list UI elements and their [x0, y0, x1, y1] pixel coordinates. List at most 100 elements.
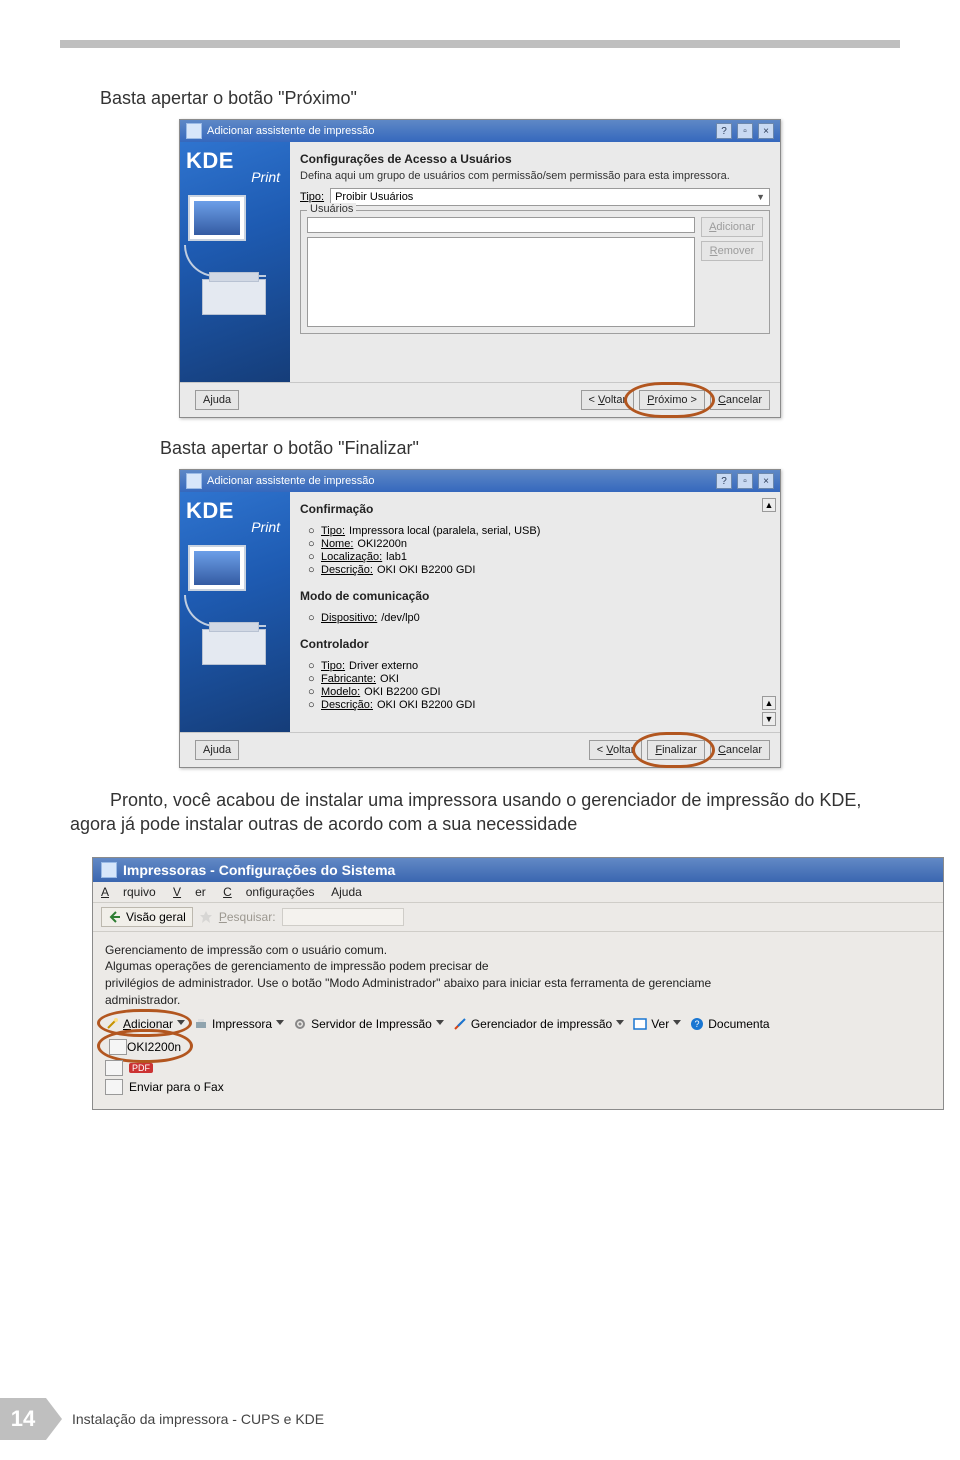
toolbar: Visão geral Pesquisar:: [93, 902, 943, 932]
users-listbox[interactable]: [307, 237, 695, 327]
page-number: 14: [0, 1398, 46, 1440]
printer-row-fax[interactable]: Enviar para o Fax: [105, 1079, 931, 1095]
printer-app-icon: [101, 862, 117, 878]
tipo-dropdown[interactable]: Proibir Usuários ▼: [330, 188, 770, 206]
kde-wizard-dialog-2: Adicionar assistente de impressão ? ▫ × …: [179, 469, 781, 768]
help-button[interactable]: Ajuda: [195, 740, 239, 760]
dialog2-titlebar: Adicionar assistente de impressão ? ▫ ×: [180, 470, 780, 492]
printer-row-oki[interactable]: OKI2200n: [105, 1037, 931, 1057]
back-button[interactable]: < Voltar: [581, 390, 635, 410]
system-settings-window: Impressoras - Configurações do Sistema A…: [92, 857, 944, 1110]
app-titlebar: Impressoras - Configurações do Sistema: [93, 858, 943, 882]
chevron-down-icon: [673, 1020, 680, 1027]
chevron-down-icon: [616, 1020, 623, 1027]
action-servidor[interactable]: Servidor de Impressão: [293, 1017, 443, 1031]
action-bar: Adicionar Impressora Servidor de Impress…: [105, 1017, 931, 1031]
printer-entry-icon: [105, 1060, 123, 1076]
tipo-value: Proibir Usuários: [335, 191, 413, 203]
action-documentacao[interactable]: ? Documenta: [690, 1017, 769, 1031]
printer-window-icon: [186, 473, 202, 489]
monitor-icon: [188, 545, 246, 591]
kde-wizard-dialog-1: Adicionar assistente de impressão ? ▫ × …: [179, 119, 781, 418]
menu-configuracoes[interactable]: Configurações: [223, 885, 314, 899]
cancel-button[interactable]: Cancelar: [710, 740, 770, 760]
conclusion-paragraph: Pronto, você acabou de instalar uma impr…: [70, 788, 890, 837]
cancel-button[interactable]: Cancelar: [710, 390, 770, 410]
comm-heading: Modo de comunicação: [300, 589, 760, 603]
remove-user-button[interactable]: Remover: [701, 241, 763, 261]
footer-text: Instalação da impressora - CUPS e KDE: [72, 1411, 324, 1427]
monitor-icon: [188, 195, 246, 241]
svg-text:?: ?: [695, 1019, 700, 1029]
dialog2-heading: Confirmação: [300, 502, 760, 516]
printer-small-icon: [194, 1017, 208, 1031]
usuarios-fieldset: Usuários Adicionar Remover: [300, 210, 770, 334]
summary-block-ctrl: ○Tipo: Driver externo ○Fabricante: OKI ○…: [300, 655, 760, 714]
user-input[interactable]: [307, 217, 695, 233]
instruction-proximo: Basta apertar o botão "Próximo": [100, 88, 900, 109]
wizard-sidebar: KDE Print: [180, 492, 290, 732]
printer-row-pdf[interactable]: PDF: [105, 1060, 931, 1076]
printer-icon: [202, 629, 266, 665]
add-user-button[interactable]: Adicionar: [701, 217, 763, 237]
wizard-sidebar: KDE Print: [180, 142, 290, 382]
context-help-button[interactable]: ?: [716, 123, 732, 139]
info-message: Gerenciamento de impressão com o usuário…: [105, 942, 931, 1009]
scroll-up-alt-button[interactable]: ▲: [762, 696, 776, 710]
close-button[interactable]: ×: [758, 473, 774, 489]
search-input[interactable]: [282, 908, 404, 926]
search-label: Pesquisar:: [219, 910, 276, 924]
menu-ver[interactable]: Ver: [173, 885, 206, 899]
back-arrow-icon: [108, 910, 122, 924]
doc-header-divider: [60, 40, 900, 48]
summary-block-general: ○Tipo: Impressora local (paralela, seria…: [300, 520, 760, 579]
back-button[interactable]: < Voltar: [589, 740, 643, 760]
tipo-label: Tipo:: [300, 191, 324, 203]
menubar: Arquivo Ver Configurações Ajuda: [93, 882, 943, 902]
wand-icon: [105, 1017, 119, 1031]
tools-icon: [453, 1017, 467, 1031]
chevron-down-icon: [276, 1020, 283, 1027]
finish-button[interactable]: Finalizar: [647, 740, 705, 760]
instruction-finalizar: Basta apertar o botão "Finalizar": [160, 438, 900, 459]
page-footer: 14 Instalação da impressora - CUPS e KDE: [0, 1398, 324, 1440]
action-impressora[interactable]: Impressora: [194, 1017, 283, 1031]
summary-block-comm: ○Dispositivo: /dev/lp0: [300, 607, 760, 627]
menu-arquivo[interactable]: Arquivo: [101, 885, 156, 899]
scroll-up-button[interactable]: ▲: [762, 498, 776, 512]
ctrl-heading: Controlador: [300, 637, 760, 651]
next-button[interactable]: Próximo >: [639, 390, 705, 410]
action-ver[interactable]: Ver: [633, 1017, 680, 1031]
app-title-text: Impressoras - Configurações do Sistema: [123, 862, 395, 878]
dialog1-title: Adicionar assistente de impressão: [207, 125, 375, 137]
close-button[interactable]: ×: [758, 123, 774, 139]
printer-icon: [202, 279, 266, 315]
chevron-down-icon: [436, 1020, 443, 1027]
chevron-down-icon: ▼: [756, 192, 765, 202]
dialog1-titlebar: Adicionar assistente de impressão ? ▫ ×: [180, 120, 780, 142]
dialog2-title: Adicionar assistente de impressão: [207, 475, 375, 487]
action-gerenciador[interactable]: Gerenciador de impressão: [453, 1017, 623, 1031]
printer-window-icon: [186, 123, 202, 139]
view-box-icon: [633, 1017, 647, 1031]
menu-ajuda[interactable]: Ajuda: [331, 885, 362, 899]
gear-icon: [293, 1017, 307, 1031]
dialog1-description: Defina aqui um grupo de usuários com per…: [300, 170, 770, 182]
scroll-down-button[interactable]: ▼: [762, 712, 776, 726]
pdf-badge: PDF: [129, 1063, 153, 1073]
printer-entry-icon: [105, 1079, 123, 1095]
action-adicionar[interactable]: Adicionar: [105, 1017, 184, 1031]
context-help-button[interactable]: ?: [716, 473, 732, 489]
star-icon: [199, 910, 213, 924]
page-number-wedge: [46, 1398, 62, 1440]
dialog1-heading: Configurações de Acesso a Usuários: [300, 152, 770, 166]
usuarios-legend: Usuários: [307, 203, 356, 215]
maximize-button[interactable]: ▫: [737, 123, 753, 139]
chevron-down-icon: [177, 1020, 184, 1027]
overview-button[interactable]: Visão geral: [101, 907, 193, 927]
printer-entry-icon: [109, 1039, 127, 1055]
printer-list: OKI2200n PDF Enviar para o Fax: [105, 1037, 931, 1095]
help-icon: ?: [690, 1017, 704, 1031]
maximize-button[interactable]: ▫: [737, 473, 753, 489]
help-button[interactable]: Ajuda: [195, 390, 239, 410]
